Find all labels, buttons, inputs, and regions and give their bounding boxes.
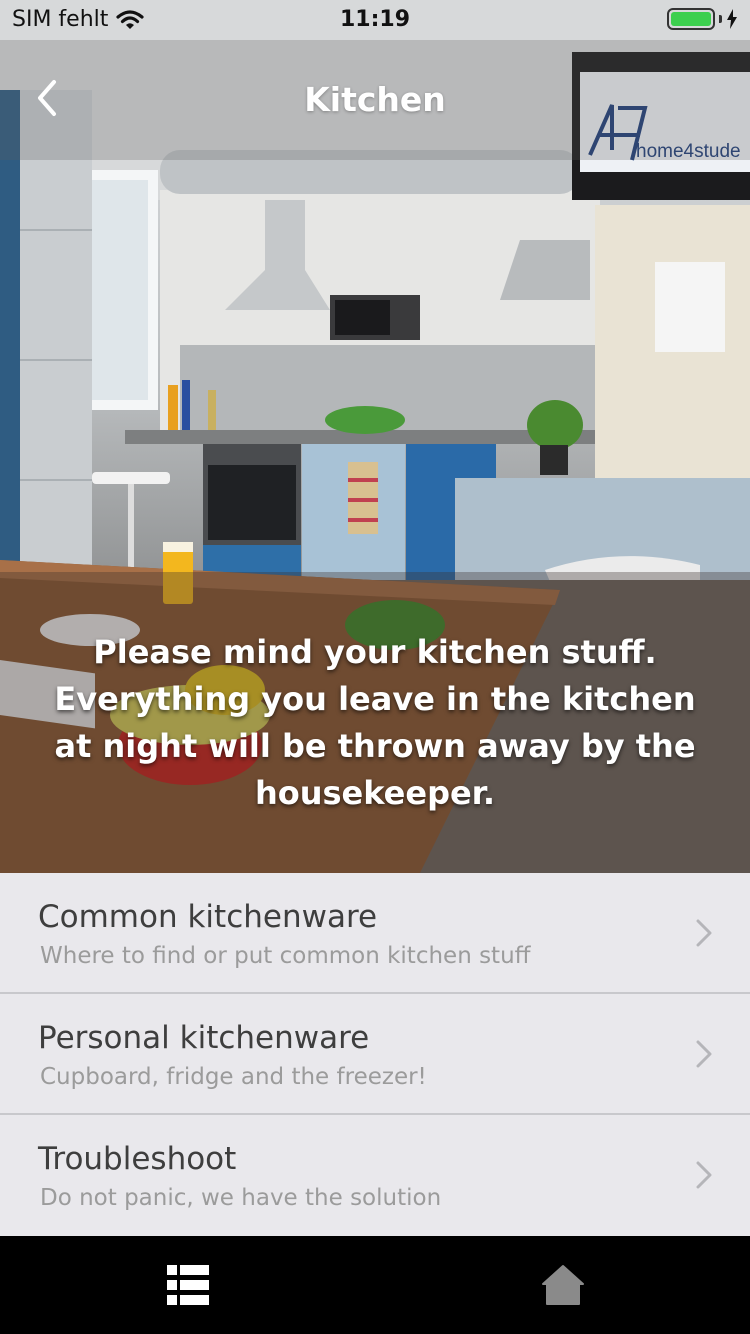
list-item-subtitle: Where to find or put common kitchen stuf… <box>40 943 531 969</box>
tab-home[interactable] <box>375 1236 750 1334</box>
kitchen-menu-list: Common kitchenware Where to find or put … <box>0 873 750 1236</box>
tab-list[interactable] <box>0 1236 375 1334</box>
list-item-subtitle: Do not panic, we have the solution <box>40 1185 442 1211</box>
kitchen-notice: Please mind your kitchen stuff. Everythi… <box>0 572 750 873</box>
battery-cap <box>719 15 722 23</box>
chevron-right-icon <box>696 1040 712 1068</box>
status-bar: SIM fehlt 11:19 <box>0 0 750 40</box>
navigation-bar: Kitchen <box>0 40 750 160</box>
list-item-title: Troubleshoot <box>38 1141 237 1177</box>
home-icon <box>541 1265 584 1305</box>
list-item-title: Common kitchenware <box>38 899 378 935</box>
chevron-right-icon <box>696 1161 712 1189</box>
list-item-troubleshoot[interactable]: Troubleshoot Do not panic, we have the s… <box>0 1115 750 1236</box>
list-item-common-kitchenware[interactable]: Common kitchenware Where to find or put … <box>0 873 750 994</box>
page-title: Kitchen <box>304 80 446 119</box>
clock: 11:19 <box>339 7 411 32</box>
list-icon <box>166 1265 209 1305</box>
tab-bar <box>0 1236 750 1334</box>
list-item-subtitle: Cupboard, fridge and the freezer! <box>40 1064 427 1090</box>
bolt-icon <box>727 9 737 29</box>
battery-icon <box>667 8 715 30</box>
chevron-right-icon <box>696 919 712 947</box>
list-item-personal-kitchenware[interactable]: Personal kitchenware Cupboard, fridge an… <box>0 994 750 1115</box>
list-item-title: Personal kitchenware <box>38 1020 370 1056</box>
battery-level-fill <box>671 12 711 26</box>
notice-text: Please mind your kitchen stuff. Everythi… <box>54 632 696 812</box>
battery-indicator <box>667 8 738 30</box>
